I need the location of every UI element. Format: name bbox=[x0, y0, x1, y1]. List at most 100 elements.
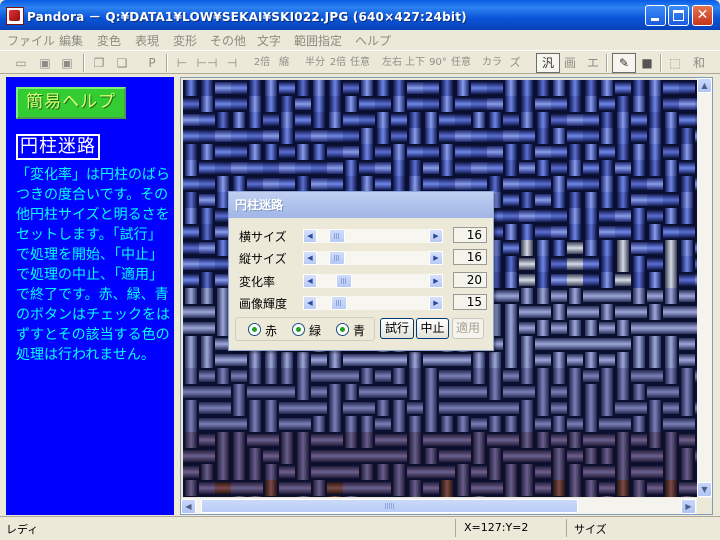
height-slider-thumb[interactable] bbox=[328, 251, 345, 265]
minimize-icon bbox=[651, 18, 659, 21]
maximize-button[interactable] bbox=[668, 5, 689, 26]
status-bar: レディ X=127:Y=2 サイズ bbox=[0, 516, 720, 540]
save-disk-icon[interactable]: ▣ bbox=[36, 54, 54, 72]
menu-bar: ファイル 編集 変色 表現 変形 その他 文字 範囲指定 ヘルプ bbox=[0, 30, 720, 49]
width-slider-thumb[interactable] bbox=[328, 229, 345, 243]
green-channel-checkbox[interactable]: 緑 bbox=[292, 322, 321, 339]
decrease-arrow-icon[interactable]: ◀ bbox=[303, 296, 317, 310]
increase-arrow-icon[interactable]: ▶ bbox=[429, 274, 443, 288]
paint-icon[interactable]: ✎ bbox=[612, 53, 636, 73]
apply-button[interactable]: 適用 bbox=[452, 318, 484, 339]
blue-channel-checkbox[interactable]: 青 bbox=[336, 322, 365, 339]
scroll-right-button[interactable]: ▶ bbox=[681, 499, 696, 514]
scroll-down-button[interactable]: ▼ bbox=[697, 482, 712, 497]
title-bar[interactable]: Pandora － Q:¥DATA1¥LOW¥SEKAI¥SKI022.JPG … bbox=[0, 0, 720, 30]
cursor-coords: X=127:Y=2 bbox=[464, 521, 529, 534]
try-button[interactable]: 試行 bbox=[380, 318, 414, 339]
quick-help-button[interactable]: 簡易ヘルプ bbox=[16, 87, 126, 119]
vertical-scrollbar[interactable]: ▲ ▼ bbox=[697, 78, 712, 498]
menu-text[interactable]: 文字 bbox=[257, 32, 281, 49]
help-title: 円柱迷路 bbox=[16, 134, 100, 160]
menu-file[interactable]: ファイル bbox=[7, 32, 55, 49]
brightness-label: 画像輝度 bbox=[239, 297, 288, 311]
custom-size-icon[interactable]: 任意 bbox=[350, 54, 370, 72]
stop-button[interactable]: 中止 bbox=[416, 318, 449, 339]
horizontal-scroll-thumb[interactable] bbox=[201, 499, 578, 513]
check-dot-icon bbox=[336, 323, 349, 336]
save-as-disk-icon[interactable]: ▣ bbox=[58, 54, 76, 72]
brightness-slider[interactable]: ◀ ▶ bbox=[303, 296, 443, 310]
height-label: 縦サイズ bbox=[239, 252, 287, 266]
pandora-app-icon[interactable] bbox=[6, 7, 24, 25]
increase-arrow-icon[interactable]: ▶ bbox=[429, 251, 443, 265]
check-dot-icon bbox=[292, 323, 305, 336]
rotate-90-icon[interactable]: 90° bbox=[428, 54, 448, 72]
image-icon[interactable]: 画 bbox=[561, 54, 579, 72]
flip-vertical-icon[interactable]: 上下 bbox=[405, 54, 425, 72]
menu-express[interactable]: 表現 bbox=[135, 32, 159, 49]
height-slider[interactable]: ◀ ▶ bbox=[303, 251, 443, 265]
height-value[interactable]: 16 bbox=[453, 249, 487, 265]
variation-label: 変化率 bbox=[239, 275, 276, 289]
width-value[interactable]: 16 bbox=[453, 227, 487, 243]
status-text: レディ bbox=[6, 523, 39, 536]
effect-icon[interactable]: エ bbox=[584, 54, 602, 72]
brightness-slider-thumb[interactable] bbox=[331, 296, 348, 310]
menu-transform[interactable]: 変形 bbox=[173, 32, 197, 49]
increase-arrow-icon[interactable]: ▶ bbox=[429, 229, 443, 243]
help-panel: 簡易ヘルプ 円柱迷路 「変化率」は円柱のばらつきの度合いです。その他円柱サイズと… bbox=[6, 77, 174, 515]
width-slider[interactable]: ◀ ▶ bbox=[303, 229, 443, 243]
double-icon[interactable]: 2倍 bbox=[328, 54, 348, 72]
red-channel-checkbox[interactable]: 赤 bbox=[248, 322, 277, 339]
maximize-icon bbox=[673, 10, 684, 21]
channel-group: 赤 緑 青 bbox=[235, 317, 375, 341]
width-label: 横サイズ bbox=[239, 230, 287, 244]
japanese-icon[interactable]: 和 bbox=[690, 54, 708, 72]
open-folder-icon[interactable]: ▭ bbox=[12, 54, 30, 72]
menu-recolor[interactable]: 変色 bbox=[97, 32, 121, 49]
brightness-value[interactable]: 15 bbox=[453, 294, 487, 310]
scroll-up-button[interactable]: ▲ bbox=[697, 78, 712, 93]
select-rect-icon[interactable]: ⬚ bbox=[666, 54, 684, 72]
left-edge-icon[interactable]: ⊢ bbox=[172, 54, 192, 72]
toolbar-separator bbox=[660, 54, 662, 72]
paste-icon[interactable]: ❏ bbox=[113, 54, 131, 72]
close-button[interactable]: ✕ bbox=[692, 5, 713, 26]
menu-other[interactable]: その他 bbox=[210, 32, 246, 49]
zoom-2x-icon[interactable]: 2倍 bbox=[252, 54, 272, 72]
fill-square-icon[interactable]: ■ bbox=[638, 54, 656, 72]
width-icon[interactable]: ⊢⊣ bbox=[196, 54, 218, 72]
half-icon[interactable]: 半分 bbox=[305, 54, 325, 72]
close-icon: ✕ bbox=[696, 7, 709, 23]
color-icon[interactable]: カラ bbox=[482, 54, 502, 72]
decrease-arrow-icon[interactable]: ◀ bbox=[303, 251, 317, 265]
help-text: 「変化率」は円柱のばらつきの度合いです。その他円柱サイズと明るさをセットします。… bbox=[16, 167, 170, 363]
menu-edit[interactable]: 編集 bbox=[59, 32, 83, 49]
horizontal-scrollbar[interactable]: ◀ ▶ bbox=[181, 498, 697, 514]
dialog-title[interactable]: 円柱迷路 bbox=[229, 192, 493, 218]
increase-arrow-icon[interactable]: ▶ bbox=[429, 296, 443, 310]
flip-horizontal-icon[interactable]: 左右 bbox=[382, 54, 402, 72]
p-icon[interactable]: P bbox=[143, 54, 161, 72]
copy-icon[interactable]: ❐ bbox=[90, 54, 108, 72]
toolbar-separator bbox=[166, 54, 168, 72]
cylinder-maze-dialog: 円柱迷路 横サイズ ◀ ▶ 16 縦サイズ ◀ ▶ 16 変化率 ◀ ▶ 20 … bbox=[228, 191, 494, 351]
toolbar-separator bbox=[83, 54, 85, 72]
right-edge-icon[interactable]: ⊣ bbox=[222, 54, 242, 72]
menu-help[interactable]: ヘルプ bbox=[355, 32, 391, 49]
variation-value[interactable]: 20 bbox=[453, 272, 487, 288]
minimize-button[interactable] bbox=[645, 5, 666, 26]
status-divider bbox=[455, 519, 456, 537]
shrink-icon[interactable]: 縮 bbox=[275, 54, 293, 72]
decrease-arrow-icon[interactable]: ◀ bbox=[303, 229, 317, 243]
general-icon[interactable]: 汎 bbox=[536, 53, 560, 73]
toolbar-separator bbox=[606, 54, 608, 72]
rotate-custom-icon[interactable]: 任意 bbox=[451, 54, 471, 72]
variation-slider[interactable]: ◀ ▶ bbox=[303, 274, 443, 288]
scroll-left-button[interactable]: ◀ bbox=[181, 499, 196, 514]
menu-range[interactable]: 範囲指定 bbox=[294, 32, 342, 49]
variation-slider-thumb[interactable] bbox=[336, 274, 353, 288]
scroll-corner bbox=[697, 498, 712, 514]
decrease-arrow-icon[interactable]: ◀ bbox=[303, 274, 317, 288]
zoom-icon[interactable]: ズ bbox=[506, 54, 524, 72]
